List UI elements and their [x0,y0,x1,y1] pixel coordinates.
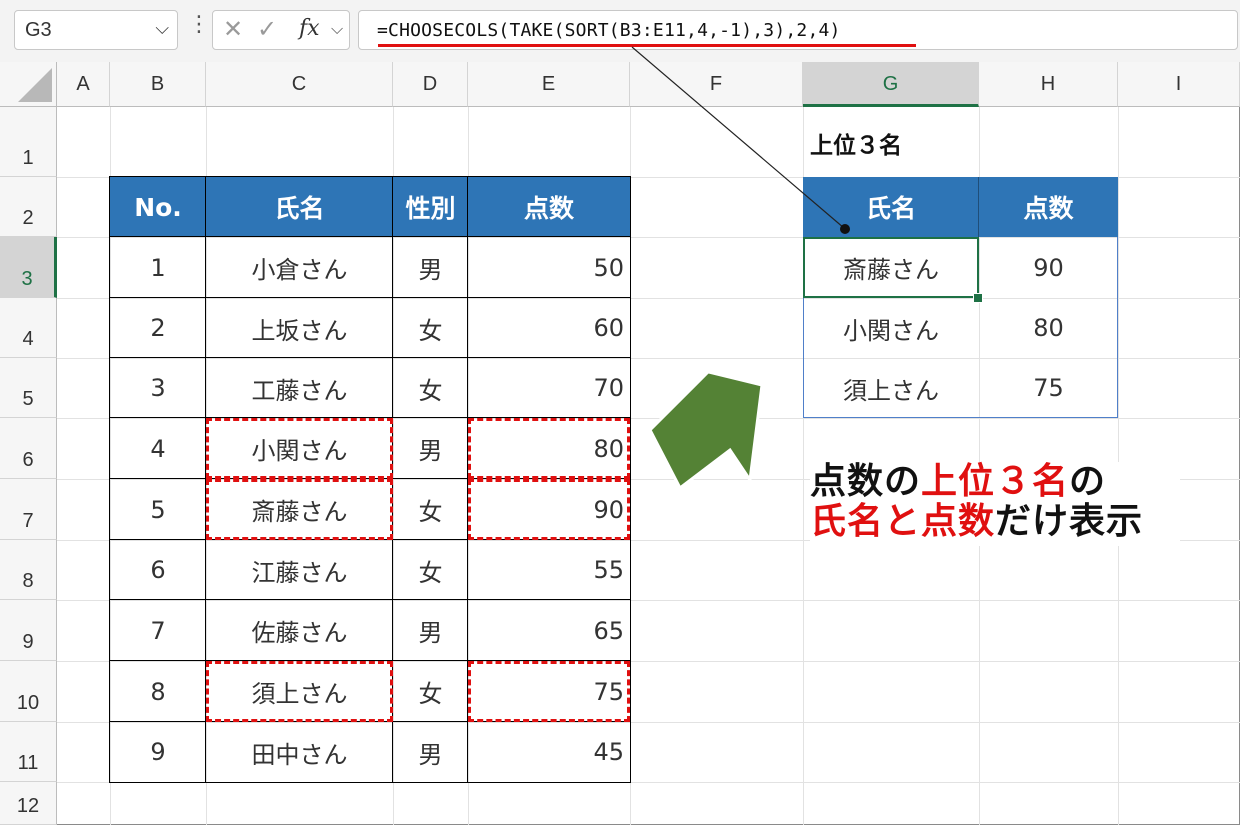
leader-dot [840,224,850,234]
arrow-up-right-icon [648,363,764,491]
callout-line-1: 点数の上位３名の [810,461,1107,502]
annotation-overlay [631,46,850,491]
callout-line-2: 氏名と点数だけ表示 [810,501,1144,542]
callout-text: 点数の上位３名の 氏名と点数だけ表示 [810,462,1180,546]
leader-line [631,46,845,229]
